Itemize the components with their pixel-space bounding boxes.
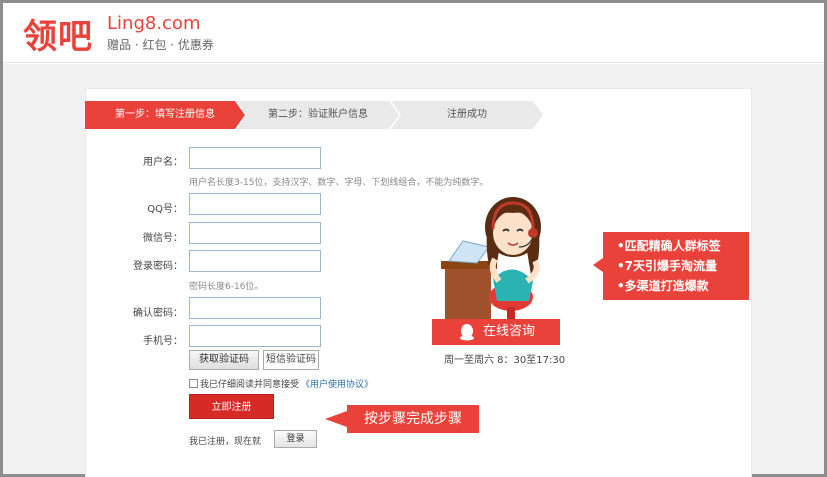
register-button[interactable]: 立即注册 [189,394,274,419]
desk-shape [445,267,491,321]
step-progress: 第一步：填写注册信息 第二步：验证账户信息 注册成功 [85,101,555,129]
qq-label: QQ号： [147,204,183,215]
consult-label: 在线咨询 [482,324,535,339]
logo-tagline: 赠品 · 红包 · 优惠券 [107,38,214,52]
feature-list: •匹配精确人群标签 •7天引爆手淘流量 •多渠道打造爆款 [593,232,749,300]
wechat-input[interactable] [189,222,321,244]
online-consult-button[interactable]: 在线咨询 [432,319,560,345]
logo-domain[interactable]: Ling8.com [107,13,200,34]
agree-text: 我已仔细阅读并同意接受 [200,380,300,390]
step-1: 第一步：填写注册信息 [85,101,245,129]
user-agreement-link[interactable]: 《用户使用协议》 [301,377,373,390]
password-input[interactable] [189,250,321,272]
get-code-button[interactable]: 获取验证码 [189,350,259,370]
agree-checkbox[interactable] [189,379,198,388]
sms-code-input[interactable]: 短信验证码 [263,350,319,370]
laptop-icon [448,240,490,264]
phone-input[interactable] [189,325,321,347]
already-registered-text: 我已注册，现在就 [189,437,262,447]
username-hint: 用户名长度3-15位，支持汉字、数字、字母、下划线组合，不能为纯数字。 [189,178,489,188]
feature-item: •7天引爆手淘流量 [617,259,718,273]
agreement-row: 我已仔细阅读并同意接受 《用户使用协议》 [189,377,373,390]
login-button[interactable]: 登录 [274,430,317,448]
username-input[interactable] [189,147,321,169]
qq-penguin-icon [460,324,474,341]
support-girl-illustration [441,197,541,321]
username-label: 用户名： [143,157,183,168]
confirm-password-input[interactable] [189,297,321,319]
password-hint: 密码长度6-16位。 [189,282,264,292]
step-callout: 按步骤完成步骤 [325,405,479,433]
feature-item: •多渠道打造爆款 [617,279,709,293]
phone-label: 手机号： [143,336,183,347]
qq-input[interactable] [189,193,321,215]
girl-body [493,269,533,301]
logo-chinese[interactable]: 领吧 [23,9,93,58]
password-label: 登录密码： [133,261,183,272]
service-hours: 周一至周六 8：30至17:30 [444,355,566,366]
step-2: 第二步：验证账户信息 [237,101,399,129]
wechat-label: 微信号： [143,233,183,244]
confirm-password-label: 确认密码： [133,308,183,319]
site-header: 领吧 Ling8.com 赠品 · 红包 · 优惠券 [3,3,824,63]
step-3: 注册成功 [391,101,543,129]
feature-item: •匹配精确人群标签 [617,239,721,253]
